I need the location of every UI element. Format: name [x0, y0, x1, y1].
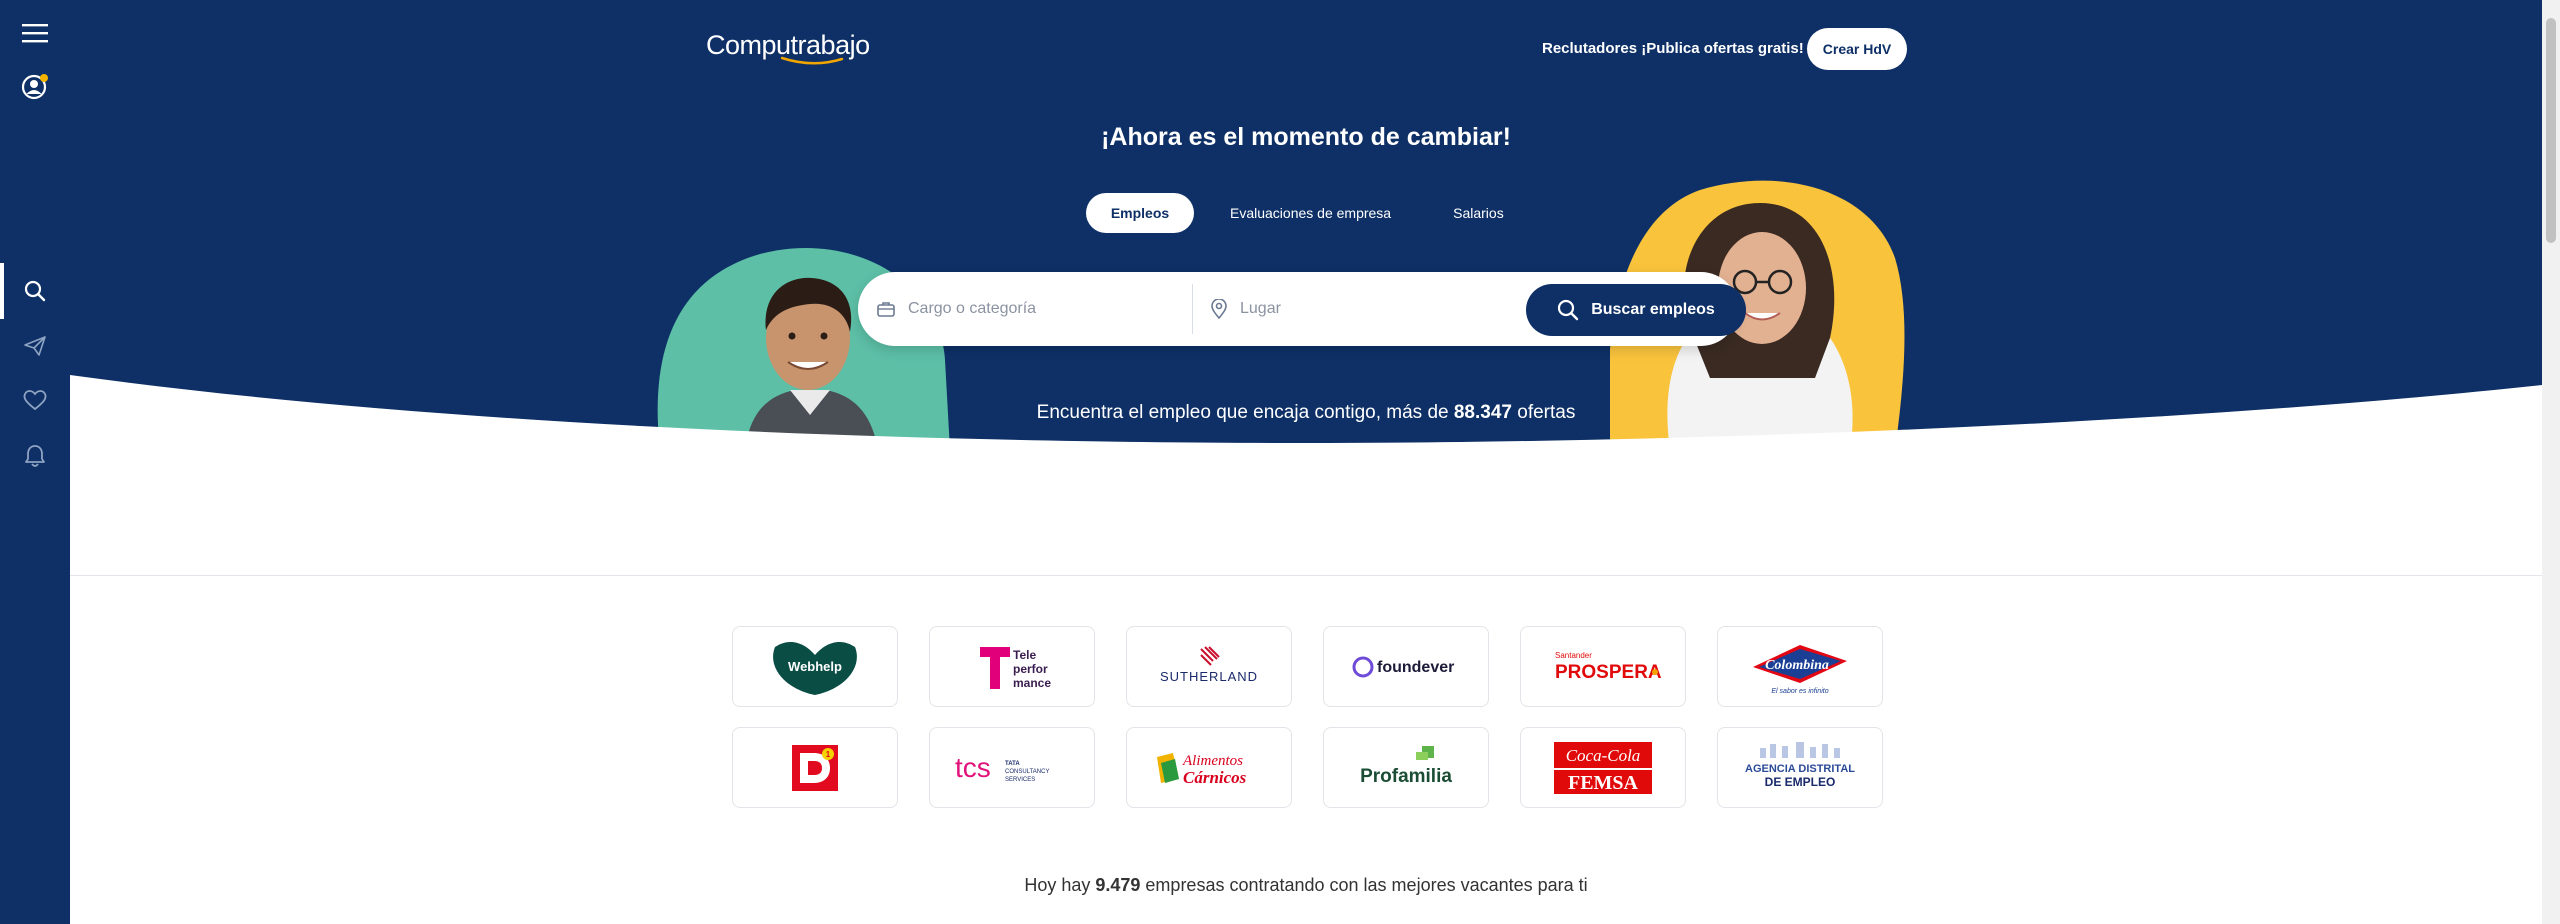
job-search-input[interactable] — [908, 300, 1158, 318]
svg-text:El sabor es infinito: El sabor es infinito — [1771, 688, 1828, 695]
companies-suffix: empresas contratando con las mejores vac… — [1140, 875, 1588, 895]
svg-text:Coca-Cola: Coca-Cola — [1566, 746, 1641, 765]
scrollbar-thumb[interactable] — [2546, 18, 2556, 243]
search-jobs-label: Buscar empleos — [1591, 301, 1715, 318]
svg-text:Colombina: Colombina — [1765, 658, 1829, 673]
company-logos-grid: Webhelp Tele perfor mance SUTHERLAND fou… — [732, 626, 1883, 808]
svg-text:Tele: Tele — [1013, 648, 1036, 662]
svg-text:TATA: TATA — [1005, 761, 1020, 767]
company-logo-coca-cola-femsa[interactable]: Coca-Cola FEMSA — [1520, 727, 1686, 808]
sidebar-item-alerts[interactable] — [0, 428, 70, 484]
create-cv-button[interactable]: Crear HdV — [1807, 28, 1907, 70]
sidebar-item-search[interactable] — [0, 263, 70, 319]
svg-text:Webhelp: Webhelp — [788, 659, 842, 674]
company-logo-agencia-distrital[interactable]: AGENCIA DISTRITAL DE EMPLEO — [1717, 727, 1883, 808]
menu-icon — [22, 24, 48, 43]
briefcase-icon — [877, 302, 895, 317]
foundever-logo: foundever — [1352, 656, 1454, 677]
company-logo-profamilia[interactable]: Profamilia — [1323, 727, 1489, 808]
company-logo-prospera[interactable]: Santander PROSPERA — [1520, 626, 1686, 707]
company-logo-tcs[interactable]: tcs TATA CONSULTANCY SERVICES — [929, 727, 1095, 808]
hero-bottom-curve — [70, 375, 2542, 445]
page-scrollbar[interactable] — [2542, 0, 2560, 924]
companies-count: 9.479 — [1095, 875, 1141, 895]
heart-icon — [23, 390, 47, 411]
company-logo-sutherland[interactable]: SUTHERLAND — [1126, 626, 1292, 707]
hero-title: ¡Ahora es el momento de cambiar! — [1101, 123, 1511, 151]
sutherland-logo: SUTHERLAND — [1160, 645, 1258, 684]
svg-text:Cárnicos: Cárnicos — [1183, 768, 1247, 787]
company-logo-colombina[interactable]: Colombina El sabor es infinito — [1717, 626, 1883, 707]
sidebar-item-favorites[interactable] — [0, 372, 70, 428]
companies-prefix: Hoy hay — [1024, 875, 1096, 895]
webhelp-logo: Webhelp — [773, 641, 857, 695]
svg-text:SERVICES: SERVICES — [1005, 777, 1035, 783]
company-logo-webhelp[interactable]: Webhelp — [732, 626, 898, 707]
tab-salaries[interactable]: Salarios — [1427, 193, 1530, 233]
svg-text:tcs: tcs — [955, 752, 991, 783]
send-icon — [24, 336, 46, 356]
svg-text:CONSULTANCY: CONSULTANCY — [1005, 769, 1049, 775]
alimentos-carnicos-logo: Alimentos Cárnicos — [1157, 752, 1247, 787]
agencia-distrital-logo: AGENCIA DISTRITAL DE EMPLEO — [1745, 741, 1855, 789]
location-search-field — [1210, 272, 1510, 346]
tcs-logo: tcs TATA CONSULTANCY SERVICES — [955, 752, 1049, 783]
svg-text:AGENCIA DISTRITAL: AGENCIA DISTRITAL — [1745, 763, 1855, 775]
location-search-input[interactable] — [1240, 300, 1490, 318]
coca-cola-femsa-logo: Coca-Cola FEMSA — [1554, 741, 1652, 794]
teleperformance-logo: Tele perfor mance — [980, 646, 1051, 690]
svg-text:FEMSA: FEMSA — [1568, 772, 1639, 794]
svg-text:Santander: Santander — [1555, 651, 1592, 660]
company-logo-d1[interactable]: 1 — [732, 727, 898, 808]
search-bar: Buscar empleos — [858, 272, 1746, 346]
svg-text:perfor: perfor — [1013, 662, 1048, 676]
hero-section: Computrabajo Reclutadores ¡Publica ofert… — [70, 0, 2542, 445]
d1-logo: 1 — [792, 744, 838, 791]
search-icon — [1558, 299, 1579, 321]
section-divider — [70, 575, 2542, 576]
recruiters-link[interactable]: Reclutadores ¡Publica ofertas gratis! — [1542, 40, 1804, 57]
svg-text:foundever: foundever — [1377, 659, 1454, 676]
companies-hiring-line: Hoy hay 9.479 empresas contratando con l… — [70, 875, 2542, 896]
company-logo-foundever[interactable]: foundever — [1323, 626, 1489, 707]
profile-button[interactable] — [0, 58, 70, 114]
user-icon — [21, 74, 48, 100]
colombina-logo: Colombina El sabor es infinito — [1753, 644, 1847, 695]
tab-company-reviews[interactable]: Evaluaciones de empresa — [1204, 193, 1417, 233]
prospera-logo: Santander PROSPERA — [1555, 651, 1662, 683]
profamilia-logo: Profamilia — [1360, 745, 1452, 787]
location-pin-icon — [1211, 299, 1227, 319]
notification-dot — [40, 74, 48, 82]
svg-text:DE EMPLEO: DE EMPLEO — [1765, 775, 1836, 789]
sidebar-item-applications[interactable] — [0, 318, 70, 374]
logo-smile-icon — [780, 56, 844, 65]
job-search-field — [876, 272, 1186, 346]
search-divider — [1192, 284, 1193, 334]
company-logo-alimentos-carnicos[interactable]: Alimentos Cárnicos — [1126, 727, 1292, 808]
menu-button[interactable] — [0, 5, 70, 61]
search-jobs-button[interactable]: Buscar empleos — [1526, 284, 1746, 336]
search-tabs: Empleos Evaluaciones de empresa Salarios — [1086, 193, 1530, 233]
sidebar — [0, 0, 70, 924]
svg-text:mance: mance — [1013, 676, 1051, 690]
search-icon — [24, 280, 46, 302]
bell-icon — [25, 445, 45, 467]
svg-text:Profamilia: Profamilia — [1360, 766, 1452, 787]
svg-text:1: 1 — [826, 750, 831, 759]
page: Computrabajo Reclutadores ¡Publica ofert… — [0, 0, 2560, 924]
svg-text:PROSPERA: PROSPERA — [1555, 662, 1662, 683]
company-logo-teleperformance[interactable]: Tele perfor mance — [929, 626, 1095, 707]
svg-text:Alimentos: Alimentos — [1182, 753, 1243, 769]
tab-empleos[interactable]: Empleos — [1086, 193, 1194, 233]
svg-text:SUTHERLAND: SUTHERLAND — [1160, 669, 1258, 684]
